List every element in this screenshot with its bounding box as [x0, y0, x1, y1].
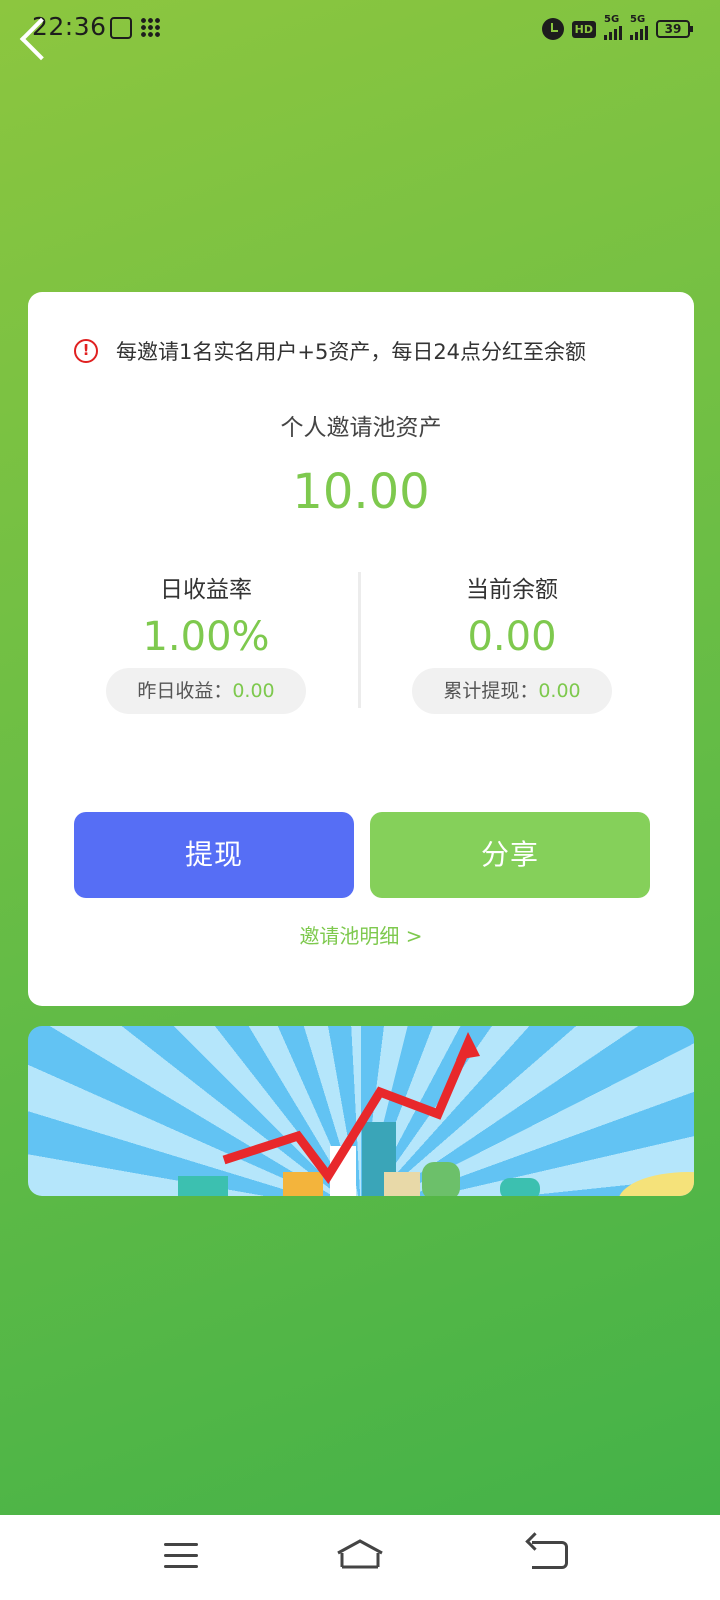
- network-type-2: 5G: [630, 14, 646, 25]
- network-type: 5G: [604, 14, 620, 25]
- daily-rate-column: 日收益率 1.00% 昨日收益：0.00: [106, 570, 306, 714]
- invite-pool-card: ! 每邀请1名实名用户+5资产，每日24点分红至余额 个人邀请池资产 10.00…: [28, 292, 694, 1006]
- building-beige: [384, 1172, 420, 1196]
- balance-column: 当前余额 0.00 累计提现：0.00: [412, 570, 612, 714]
- total-withdrawn-pill: 累计提现：0.00: [412, 668, 612, 714]
- home-icon[interactable]: [336, 1539, 384, 1571]
- pool-title: 个人邀请池资产: [280, 415, 442, 441]
- status-bar: 22:36 HD 5G 5G 39: [0, 0, 720, 56]
- withdraw-button[interactable]: 提现: [74, 812, 354, 898]
- growth-illustration: [178, 1032, 694, 1196]
- signal-icon: 5G: [604, 14, 622, 40]
- status-indicators: HD 5G 5G 39: [541, 14, 693, 44]
- daily-rate-label: 日收益率: [160, 577, 252, 603]
- balance-value: 0.00: [467, 614, 557, 660]
- alarm-icon: [541, 18, 564, 40]
- growth-arrow-head: [456, 1032, 480, 1060]
- grid-app-icon: [140, 17, 160, 37]
- signal-icon-2: 5G: [630, 14, 648, 40]
- promo-banner[interactable]: [28, 1026, 694, 1196]
- balance-label: 当前余额: [466, 577, 558, 603]
- app-notification-icon: [110, 17, 132, 39]
- total-withdrawn-value: 0.00: [538, 680, 581, 702]
- battery-icon: 39: [656, 20, 693, 38]
- system-nav-bar: [0, 1515, 720, 1600]
- column-divider: [358, 572, 361, 708]
- return-icon[interactable]: [532, 1541, 568, 1569]
- building-orange: [283, 1172, 323, 1196]
- notice-row: ! 每邀请1名实名用户+5资产，每日24点分红至余额: [74, 336, 586, 366]
- invite-pool-detail-link[interactable]: 邀请池明细 >: [28, 920, 694, 949]
- yesterday-earnings-pill: 昨日收益：0.00: [106, 668, 306, 714]
- alert-icon: !: [74, 339, 98, 363]
- sun-yellow: [619, 1172, 694, 1196]
- yesterday-earnings-label: 昨日收益：: [137, 680, 233, 702]
- total-withdrawn-label: 累计提现：: [443, 680, 539, 702]
- building-teal: [178, 1176, 228, 1196]
- hd-badge: HD: [571, 20, 596, 38]
- tree-green: [422, 1162, 460, 1196]
- share-button[interactable]: 分享: [370, 812, 650, 898]
- yesterday-earnings-value: 0.00: [232, 680, 275, 702]
- pool-amount: 10.00: [292, 464, 430, 520]
- notice-text: 每邀请1名实名用户+5资产，每日24点分红至余额: [116, 340, 587, 364]
- daily-rate-value: 1.00%: [142, 614, 270, 660]
- menu-icon[interactable]: [164, 1543, 198, 1569]
- bush-teal: [500, 1178, 540, 1196]
